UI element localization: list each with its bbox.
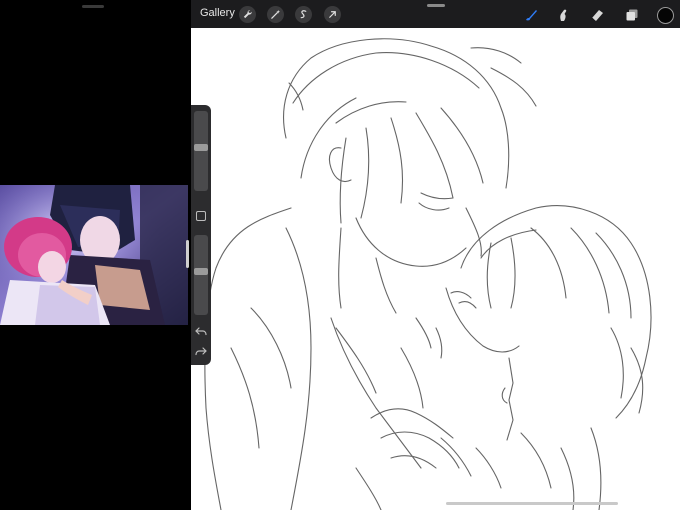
selection-button[interactable] (295, 6, 312, 23)
layers-button[interactable] (623, 6, 641, 24)
color-picker-button[interactable] (657, 7, 674, 24)
magic-wand-icon (271, 9, 281, 19)
brush-opacity-thumb[interactable] (194, 268, 208, 275)
brush-icon (526, 10, 537, 21)
multitasking-grabber[interactable] (82, 5, 104, 8)
brush-size-thumb[interactable] (194, 144, 208, 151)
eraser-tool-button[interactable] (588, 6, 606, 24)
reference-image (0, 185, 188, 325)
sketch-artwork (204, 38, 652, 510)
brush-opacity-slider[interactable] (194, 235, 208, 315)
undo-icon[interactable] (195, 327, 207, 337)
smudge-tool-button[interactable] (554, 6, 572, 24)
transform-button[interactable] (324, 6, 341, 23)
layers-icon (626, 9, 638, 21)
adjustments-button[interactable] (267, 6, 284, 23)
brush-tool-button[interactable] (522, 6, 540, 24)
home-indicator (446, 502, 618, 505)
redo-icon[interactable] (195, 347, 207, 357)
selection-icon (300, 10, 307, 19)
smudge-icon (560, 9, 567, 21)
app-grabber[interactable] (427, 4, 445, 7)
top-toolbar: Gallery (191, 0, 680, 28)
split-view-left-pane (0, 0, 188, 510)
transform-arrow-icon (329, 11, 336, 18)
modify-button[interactable] (196, 211, 206, 221)
drawing-app: Gallery (191, 0, 680, 510)
wrench-icon (243, 10, 252, 19)
gallery-button[interactable]: Gallery (200, 7, 235, 19)
brush-size-slider[interactable] (194, 111, 208, 191)
drawing-canvas[interactable] (191, 28, 680, 510)
brush-sidebar (191, 105, 211, 365)
eraser-icon (591, 10, 603, 22)
split-view-divider-handle[interactable] (186, 240, 189, 268)
actions-button[interactable] (239, 6, 256, 23)
